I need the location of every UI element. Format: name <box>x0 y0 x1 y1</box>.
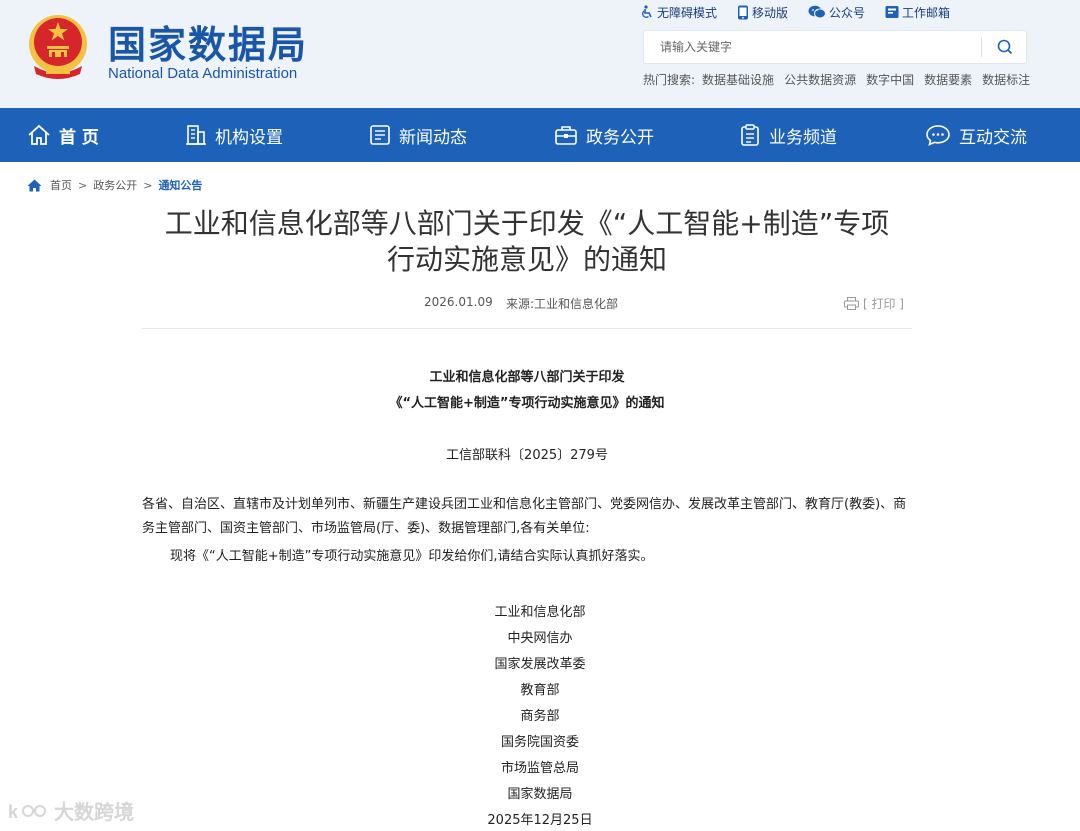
divider <box>142 328 912 329</box>
printer-icon <box>844 297 859 310</box>
site-header: 国家数据局 National Data Administration 无障碍模式… <box>0 0 1080 108</box>
hot-search-label: 热门搜索: <box>643 73 696 87</box>
signer: 国家数据局 <box>507 787 573 802</box>
breadcrumb-current[interactable]: 通知公告 <box>158 177 202 193</box>
breadcrumb-separator: > <box>143 178 153 192</box>
hot-search: 热门搜索: 数据基础设施 公共数据资源 数字中国 数据要素 数据标注 <box>643 71 1040 88</box>
signer: 市场监管总局 <box>500 761 579 776</box>
article-title: 工业和信息化部等八部门关于印发《“人工智能+制造”专项 行动实施意见》的通知 <box>140 206 914 278</box>
top-links: 无障碍模式 移动版 公众号 工作邮箱 <box>640 3 970 21</box>
nav-item-label: 互动交流 <box>959 127 1027 148</box>
mail-icon <box>885 6 899 18</box>
publish-date: 2026.01.09 <box>424 295 493 309</box>
signer: 教育部 <box>520 683 560 698</box>
wechat-icon <box>808 5 827 19</box>
hot-search-item[interactable]: 数据基础设施 <box>702 71 774 88</box>
hot-search-item[interactable]: 数据要素 <box>924 71 972 88</box>
work-mail-link[interactable]: 工作邮箱 <box>885 4 950 21</box>
mobile-version-link[interactable]: 移动版 <box>737 4 788 21</box>
nav-item-business-channel[interactable]: 业务频道 <box>739 108 837 162</box>
mobile-icon <box>738 5 749 19</box>
nav-item-organization[interactable]: 机构设置 <box>185 108 283 162</box>
signer: 中央网信办 <box>507 631 573 646</box>
signer: 国家发展改革委 <box>494 657 586 672</box>
watermark-text: 大数跨境 <box>54 800 134 824</box>
search-box <box>643 30 1027 64</box>
briefcase-icon <box>555 126 577 145</box>
sign-date: 2025年12月25日 <box>487 813 593 828</box>
nav-item-label: 机构设置 <box>215 127 283 148</box>
top-link-label: 无障碍模式 <box>657 5 718 20</box>
signer: 国务院国资委 <box>500 735 579 750</box>
breadcrumb: 首页 > 政务公开 > 通知公告 <box>27 177 202 193</box>
top-link-label: 公众号 <box>829 5 866 20</box>
home-icon <box>28 124 50 145</box>
svg-text:k: k <box>8 802 19 822</box>
nav-item-news[interactable]: 新闻动态 <box>369 108 467 162</box>
search-divider <box>981 37 982 57</box>
chat-icon <box>926 125 950 146</box>
signer: 工业和信息化部 <box>494 605 586 620</box>
search-icon[interactable] <box>993 36 1017 58</box>
article-title-line: 工业和信息化部等八部门关于印发《“人工智能+制造”专项 <box>164 207 890 240</box>
hot-search-item[interactable]: 公共数据资源 <box>784 71 856 88</box>
document-title: 《“人工智能+制造”专项行动实施意见》的通知 <box>389 396 665 411</box>
news-icon <box>370 125 390 145</box>
article-meta: 2026.01.09 来源:工业和信息化部 [ 打印 ] <box>0 295 1080 311</box>
site-title[interactable]: 国家数据局 <box>108 14 308 69</box>
wechat-account-link[interactable]: 公众号 <box>808 4 865 21</box>
signer: 商务部 <box>520 709 560 724</box>
document-title: 工业和信息化部等八部门关于印发 <box>429 370 625 385</box>
accessibility-mode-link[interactable]: 无障碍模式 <box>640 4 717 21</box>
article-source: 来源:工业和信息化部 <box>506 297 619 311</box>
nav-item-interaction[interactable]: 互动交流 <box>925 108 1027 162</box>
body-paragraph: 现将《“人工智能+制造”专项行动实施意见》印发给你们,请结合实际认真抓好落实。 <box>170 549 654 564</box>
building-icon <box>186 125 206 145</box>
clipboard-icon <box>741 124 759 146</box>
hot-search-item[interactable]: 数字中国 <box>866 71 914 88</box>
search-input[interactable] <box>644 31 980 63</box>
site-subtitle: National Data Administration <box>108 65 298 82</box>
main-nav: 首 页 机构设置 新闻动态 政务公开 业务频道 互动交流 <box>0 108 1080 162</box>
watermark: k 大数跨境 <box>8 796 134 825</box>
document-number: 工信部联科〔2025〕279号 <box>446 448 608 463</box>
print-button[interactable]: [ 打印 ] <box>844 295 904 312</box>
accessibility-icon <box>642 5 652 18</box>
print-label: [ 打印 ] <box>863 297 904 311</box>
nav-item-label: 新闻动态 <box>399 127 467 148</box>
breadcrumb-separator: > <box>78 178 88 192</box>
breadcrumb-government-affairs[interactable]: 政务公开 <box>93 177 137 193</box>
nav-item-government-affairs[interactable]: 政务公开 <box>554 108 654 162</box>
recipients-paragraph: 各省、自治区、直辖市及计划单列市、新疆生产建设兵团工业和信息化主管部门、党委网信… <box>142 497 907 536</box>
top-link-label: 工作邮箱 <box>902 5 951 20</box>
national-emblem-icon[interactable] <box>26 14 90 80</box>
home-icon[interactable] <box>27 179 42 192</box>
top-link-label: 移动版 <box>752 5 789 20</box>
nav-item-label: 业务频道 <box>769 127 837 148</box>
breadcrumb-home[interactable]: 首页 <box>50 177 72 193</box>
nav-item-label: 政务公开 <box>586 127 654 148</box>
watermark-logo-icon: k <box>8 802 46 822</box>
nav-item-label: 首 页 <box>59 127 99 148</box>
article-title-line: 行动实施意见》的通知 <box>386 243 667 276</box>
hot-search-item[interactable]: 数据标注 <box>982 71 1030 88</box>
nav-item-home[interactable]: 首 页 <box>27 108 99 162</box>
